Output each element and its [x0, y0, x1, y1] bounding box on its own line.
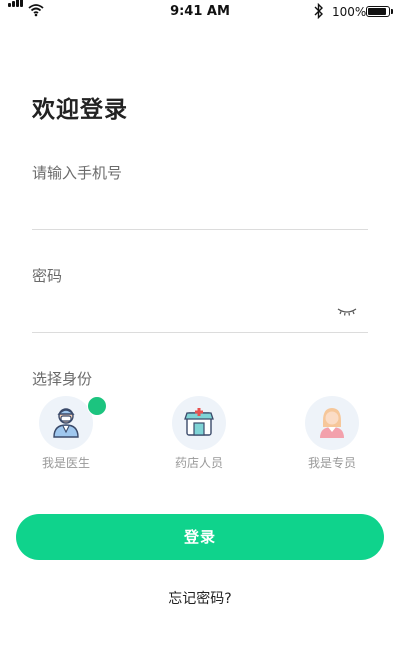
role-pharmacy-label: 药店人员 [174, 456, 223, 470]
doctor-icon [53, 408, 79, 438]
pharmacy-icon [184, 408, 214, 436]
role-specialist-circle [305, 396, 359, 450]
password-input[interactable] [32, 296, 328, 328]
eye-closed-icon[interactable] [336, 304, 358, 318]
role-pharmacy[interactable]: 药店人员 [159, 396, 239, 471]
page-title: 欢迎登录 [32, 97, 128, 123]
role-specialist-label: 我是专员 [307, 456, 356, 470]
role-doctor-circle [39, 396, 113, 450]
login-button[interactable]: 登录 [16, 514, 384, 560]
forgot-password-link[interactable]: 忘记密码? [0, 588, 400, 608]
role-doctor[interactable]: 我是医生 [26, 396, 113, 471]
role-doctor-label: 我是医生 [41, 456, 90, 470]
selected-check-icon [87, 396, 113, 420]
phone-divider [32, 229, 368, 230]
phone-label: 请输入手机号 [32, 164, 123, 182]
status-bar: 9:41 AM 100% [0, 0, 400, 24]
role-specialist[interactable]: 我是专员 [292, 396, 372, 471]
password-divider [32, 332, 368, 333]
battery-percent: 100% [332, 5, 367, 19]
battery-cap [391, 9, 393, 14]
battery-icon [366, 6, 390, 17]
specialist-icon [320, 408, 344, 438]
role-label: 选择身份 [32, 370, 93, 388]
password-label: 密码 [32, 267, 63, 285]
role-pharmacy-circle [172, 396, 226, 450]
bluetooth-icon [314, 3, 323, 19]
phone-input[interactable] [32, 194, 368, 226]
